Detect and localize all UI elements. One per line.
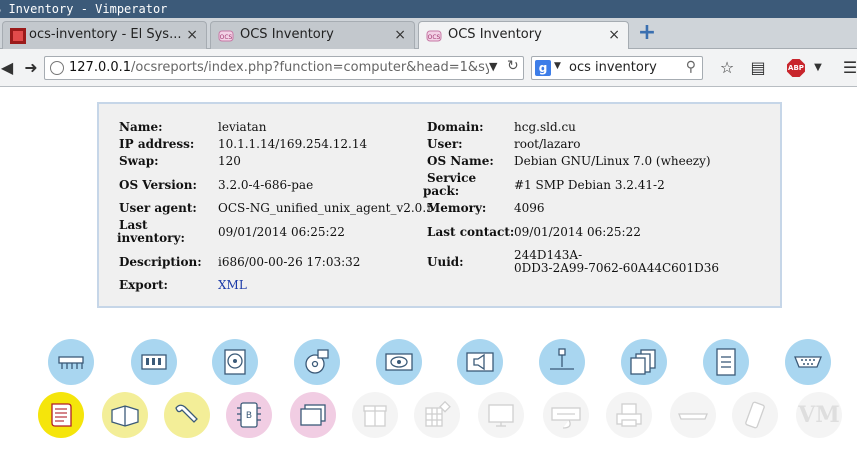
tab-ocs-inventory-active[interactable]: OCS OCS Inventory × [418,21,629,50]
swap-label: Swap: [119,154,159,168]
tab-ocs-inventory-elsys[interactable]: ocs-inventory - El Sys... × [2,21,207,49]
sound-icon[interactable] [457,339,503,385]
drive-icon[interactable] [294,339,340,385]
search-input[interactable]: ocs inventory [569,60,657,75]
window-title: S Inventory - Vimperator [0,2,168,16]
printer-icon[interactable] [606,392,652,438]
monitor-icon[interactable] [478,392,524,438]
video-icon[interactable] [376,339,422,385]
printers-icon[interactable]: B [226,392,272,438]
description-value: i686/00-00-26 17:03:32 [218,255,361,269]
service-pack-label-line2: pack: [423,184,460,198]
os-version-label: OS Version: [119,178,197,192]
admin-tools-icon[interactable] [164,392,210,438]
packages-icon[interactable] [352,392,398,438]
uuid-value-line2: 0DD3-2A99-7062-60A44C601D36 [514,261,719,275]
adblock-plus-icon[interactable]: ABP [787,59,805,77]
new-tab-button[interactable]: + [636,22,658,44]
slots-icon[interactable] [703,339,749,385]
memory-value: 4096 [514,201,545,215]
registry-icon[interactable] [102,392,148,438]
site-favicon-icon [10,28,26,44]
sim-icon[interactable] [732,392,778,438]
tab-label: OCS Inventory [448,27,542,42]
name-label: Name: [119,120,163,134]
ip-address-label: IP address: [119,137,195,151]
reload-icon[interactable]: ↻ [507,58,519,74]
back-icon[interactable]: ◀ [0,57,14,79]
last-contact-value: 09/01/2014 06:25:22 [514,225,641,239]
user-agent-label: User agent: [119,201,197,215]
search-bar[interactable]: g ▼ ocs inventory ⚲ [531,56,703,80]
network-icon[interactable] [539,339,585,385]
navigation-toolbar: ◀ ➜ 127.0.0.1/ocsreports/index.php?funct… [0,49,857,87]
tab-label: ocs-inventory - El Sys... [29,27,182,42]
inputs-icon[interactable] [414,392,460,438]
vm-label: VM [798,402,840,428]
os-version-value: 3.2.0-4-686-pae [218,178,314,192]
engine-dropdown-icon[interactable]: ▼ [554,61,561,71]
service-pack-value: #1 SMP Debian 3.2.41-2 [514,178,665,192]
svg-text:B: B [246,411,252,421]
ocs-favicon-icon: OCS [218,30,234,42]
tab-close-icon[interactable]: × [186,22,198,48]
tab-strip: ocs-inventory - El Sys... × OCS OCS Inve… [0,18,857,50]
domain-label: Domain: [427,120,484,134]
bookmarks-list-icon[interactable]: ▤ [748,57,768,79]
last-inventory-value: 09/01/2014 06:25:22 [218,225,345,239]
export-label: Export: [119,278,168,292]
user-value: root/lazaro [514,137,581,151]
window-title-bar: S Inventory - Vimperator [0,0,857,18]
ports-icon[interactable] [785,339,831,385]
tab-close-icon[interactable]: × [394,22,406,48]
vm-icon[interactable]: VM [796,392,842,438]
export-xml-link[interactable]: XML [218,279,247,292]
modem-icon[interactable] [670,392,716,438]
os-name-value: Debian GNU/Linux 7.0 (wheezy) [514,154,711,168]
user-label: User: [427,137,463,151]
svg-text:OCS: OCS [428,34,441,41]
controllers-icon[interactable] [621,339,667,385]
tab-close-icon[interactable]: × [608,22,620,48]
keyboard-icon[interactable] [543,392,589,438]
search-icon[interactable]: ⚲ [686,59,696,75]
google-search-engine-icon[interactable]: g [535,60,551,76]
software-icon[interactable] [38,392,84,438]
ip-address-value: 10.1.1.14/169.254.12.14 [218,137,368,151]
globe-icon [50,61,64,75]
forward-icon[interactable]: ➜ [20,57,42,79]
domain-value: hcg.sld.cu [514,120,576,134]
last-contact-label: Last contact: [427,225,515,239]
memory-label: Memory: [427,201,487,215]
name-value: leviatan [218,120,267,134]
bios-icon[interactable] [48,339,94,385]
url-input[interactable]: 127.0.0.1/ocsreports/index.php?function=… [69,60,489,75]
uuid-label: Uuid: [427,255,464,269]
storage-icon[interactable] [212,339,258,385]
folders-icon[interactable] [290,392,336,438]
menu-icon[interactable]: ☰ [842,57,857,79]
os-name-label: OS Name: [427,154,494,168]
description-label: Description: [119,255,202,269]
tab-label: OCS Inventory [240,27,334,42]
ocs-favicon-icon: OCS [426,30,442,42]
adblock-dropdown-icon[interactable]: ▼ [811,57,825,79]
memory-icon[interactable] [131,339,177,385]
url-dropdown-icon[interactable]: ▼ [489,60,497,73]
svg-text:OCS: OCS [220,34,233,41]
computer-summary-panel: Name: leviatan IP address: 10.1.1.14/169… [97,102,782,308]
tab-ocs-inventory-1[interactable]: OCS OCS Inventory × [210,21,415,49]
url-bar[interactable]: 127.0.0.1/ocsreports/index.php?function=… [44,56,524,80]
last-inventory-label-line2: inventory: [117,231,185,245]
swap-value: 120 [218,154,241,168]
bookmark-star-icon[interactable]: ☆ [716,57,738,79]
user-agent-value: OCS-NG_unified_unix_agent_v2.0.5 [218,201,434,215]
